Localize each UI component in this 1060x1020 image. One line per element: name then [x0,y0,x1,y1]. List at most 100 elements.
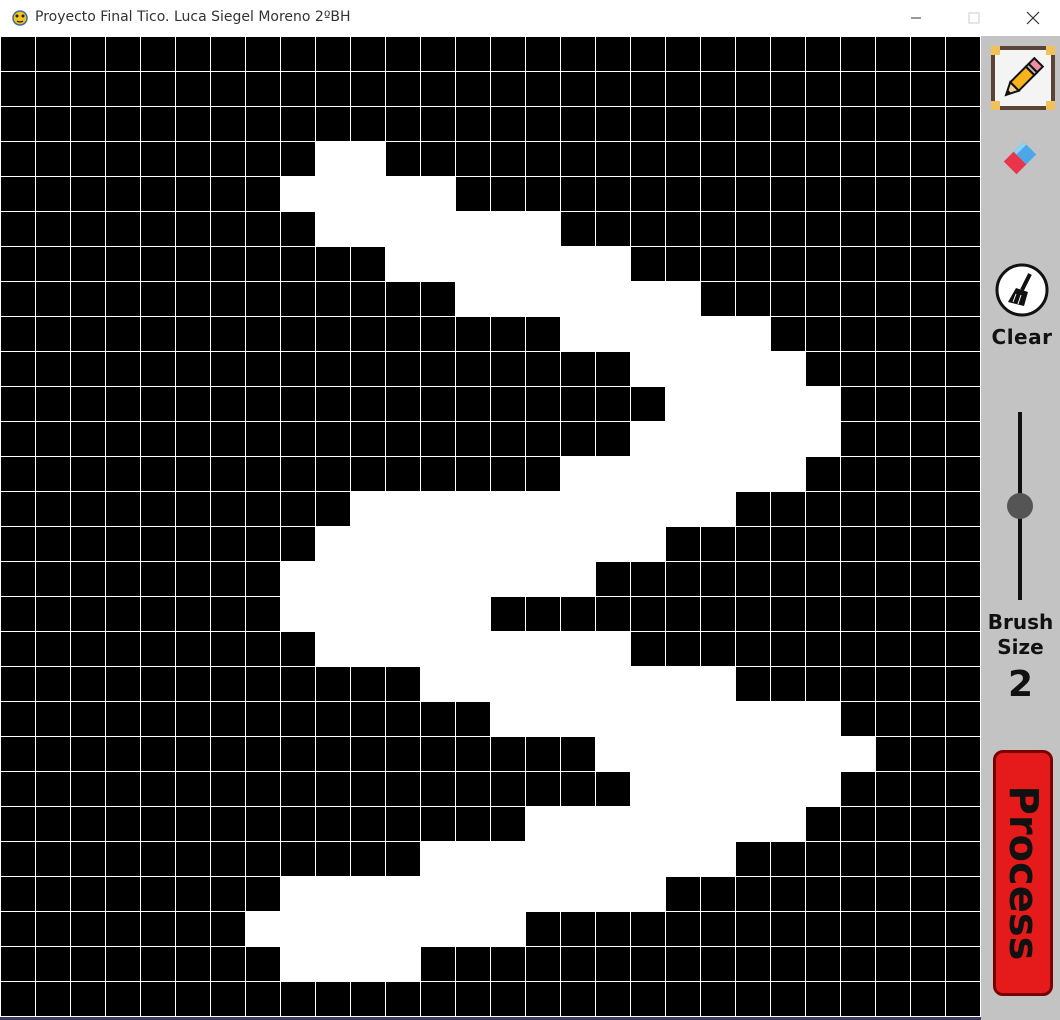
pixel-cell[interactable] [1,37,35,71]
pixel-cell[interactable] [631,947,665,981]
pixel-cell[interactable] [246,667,280,701]
pixel-cell[interactable] [211,422,245,456]
pixel-cell[interactable] [1,667,35,701]
pixel-cell[interactable] [526,37,560,71]
pixel-cell[interactable] [36,37,70,71]
pixel-cell[interactable] [561,177,595,211]
pixel-cell[interactable] [281,877,315,911]
pixel-cell[interactable] [386,142,420,176]
pixel-cell[interactable] [666,527,700,561]
pixel-cell[interactable] [911,352,945,386]
pixel-cell[interactable] [596,457,630,491]
pixel-cell[interactable] [526,597,560,631]
pixel-cell[interactable] [596,72,630,106]
pixel-cell[interactable] [246,422,280,456]
pixel-cell[interactable] [456,597,490,631]
pixel-cell[interactable] [666,772,700,806]
pixel-cell[interactable] [106,352,140,386]
pixel-cell[interactable] [701,527,735,561]
pixel-cell[interactable] [736,282,770,316]
pixel-cell[interactable] [561,597,595,631]
pixel-cell[interactable] [71,597,105,631]
pixel-cell[interactable] [491,807,525,841]
pixel-cell[interactable] [211,807,245,841]
pixel-cell[interactable] [36,317,70,351]
pixel-cell[interactable] [911,562,945,596]
pixel-cell[interactable] [561,947,595,981]
pixel-cell[interactable] [806,562,840,596]
pixel-cell[interactable] [246,247,280,281]
pixel-cell[interactable] [946,457,980,491]
pixel-cell[interactable] [911,72,945,106]
pixel-cell[interactable] [71,317,105,351]
pixel-cell[interactable] [281,737,315,771]
pixel-cell[interactable] [701,772,735,806]
pixel-cell[interactable] [1,632,35,666]
pixel-cell[interactable] [176,527,210,561]
pixel-cell[interactable] [36,72,70,106]
pixel-cell[interactable] [526,422,560,456]
pixel-cell[interactable] [666,912,700,946]
pixel-cell[interactable] [386,212,420,246]
pixel-cell[interactable] [841,247,875,281]
pixel-cell[interactable] [421,457,455,491]
pixel-cell[interactable] [841,737,875,771]
pixel-cell[interactable] [386,702,420,736]
pixel-cell[interactable] [316,352,350,386]
pixel-cell[interactable] [176,632,210,666]
pixel-cell[interactable] [911,422,945,456]
pixel-cell[interactable] [386,457,420,491]
pixel-cell[interactable] [316,72,350,106]
pixel-cell[interactable] [736,912,770,946]
pixel-cell[interactable] [316,422,350,456]
pixel-cell[interactable] [71,772,105,806]
pixel-cell[interactable] [526,667,560,701]
pixel-cell[interactable] [141,667,175,701]
pixel-cell[interactable] [666,317,700,351]
pixel-cell[interactable] [421,772,455,806]
pixel-cell[interactable] [421,737,455,771]
pixel-cell[interactable] [386,317,420,351]
pixel-cell[interactable] [561,562,595,596]
pixel-cell[interactable] [526,737,560,771]
pixel-cell[interactable] [421,422,455,456]
pixel-cell[interactable] [561,282,595,316]
pixel-cell[interactable] [876,492,910,526]
pixel-cell[interactable] [701,632,735,666]
pixel-cell[interactable] [246,212,280,246]
pixel-cell[interactable] [281,842,315,876]
pixel-cell[interactable] [141,527,175,561]
pixel-cell[interactable] [421,317,455,351]
pixel-cell[interactable] [211,842,245,876]
pixel-cell[interactable] [876,247,910,281]
pixel-cell[interactable] [491,737,525,771]
pixel-cell[interactable] [911,177,945,211]
pixel-cell[interactable] [876,842,910,876]
pixel-cell[interactable] [351,877,385,911]
pixel-cell[interactable] [771,247,805,281]
pixel-cell[interactable] [421,667,455,701]
pixel-cell[interactable] [71,667,105,701]
pixel-cell[interactable] [876,632,910,666]
pixel-cell[interactable] [771,842,805,876]
pixel-cell[interactable] [491,947,525,981]
pixel-cell[interactable] [71,947,105,981]
pixel-cell[interactable] [386,177,420,211]
pixel-cell[interactable] [561,72,595,106]
pixel-cell[interactable] [526,212,560,246]
pixel-cell[interactable] [176,492,210,526]
pixel-cell[interactable] [316,702,350,736]
pixel-cell[interactable] [71,527,105,561]
pixel-cell[interactable] [281,387,315,421]
pixel-cell[interactable] [596,562,630,596]
pixel-cell[interactable] [911,142,945,176]
pixel-cell[interactable] [421,947,455,981]
pixel-cell[interactable] [36,632,70,666]
pixel-cell[interactable] [876,702,910,736]
pixel-cell[interactable] [176,282,210,316]
pixel-cell[interactable] [701,807,735,841]
pixel-cell[interactable] [806,212,840,246]
pixel-cell[interactable] [176,877,210,911]
pixel-cell[interactable] [736,142,770,176]
pixel-cell[interactable] [841,492,875,526]
